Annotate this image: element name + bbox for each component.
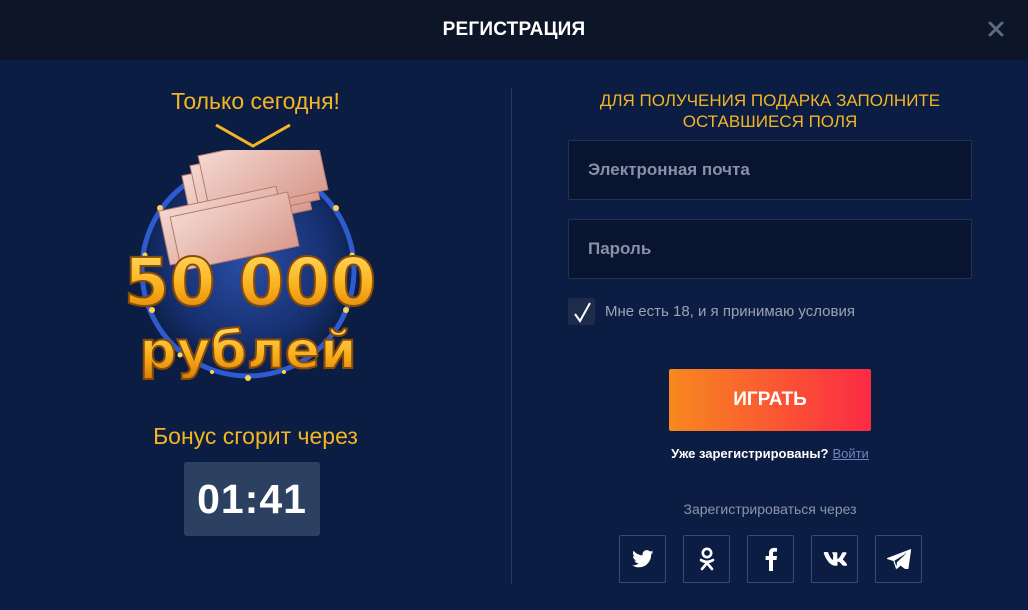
facebook-icon — [765, 547, 777, 571]
terms-label: Мне есть 18, и я принимаю условия — [605, 303, 855, 320]
prize-currency: рублей — [139, 321, 356, 381]
checkmark-icon — [573, 302, 591, 323]
social-buttons — [619, 535, 922, 583]
prize-amount: 50 000 — [124, 244, 377, 321]
telegram-icon — [886, 549, 911, 569]
twitter-button[interactable] — [619, 535, 666, 583]
form-heading-line1: ДЛЯ ПОЛУЧЕНИЯ ПОДАРКА ЗАПОЛНИТЕ — [599, 91, 941, 110]
column-divider — [511, 88, 512, 584]
already-registered-text: Уже зарегистрированы? — [671, 446, 829, 461]
modal-header: РЕГИСТРАЦИЯ — [0, 0, 1028, 60]
form-heading-line2: ОСТАВШИЕСЯ ПОЛЯ — [682, 112, 858, 131]
close-icon — [988, 21, 1004, 37]
registration-modal: РЕГИСТРАЦИЯ Только сегодня! 50 000 рубле… — [0, 0, 1028, 610]
login-prompt: Уже зарегистрированы? Войти — [570, 446, 970, 461]
vk-icon — [823, 552, 847, 566]
form-heading: ДЛЯ ПОЛУЧЕНИЯ ПОДАРКА ЗАПОЛНИТЕ ОСТАВШИЕ… — [570, 90, 970, 132]
countdown-timer: 01:41 — [184, 462, 320, 536]
vk-button[interactable] — [811, 535, 858, 583]
social-heading: Зарегистрироваться через — [683, 501, 857, 517]
chevron-down-icon — [215, 123, 291, 148]
login-link[interactable]: Войти — [832, 446, 868, 461]
bonus-countdown-label: Бонус сгорит через — [153, 423, 358, 449]
facebook-button[interactable] — [747, 535, 794, 583]
telegram-button[interactable] — [875, 535, 922, 583]
prize-graphic: 50 000 рублей — [123, 150, 377, 382]
password-input[interactable] — [569, 220, 971, 278]
modal-title: РЕГИСТРАЦИЯ — [442, 19, 586, 40]
password-field — [568, 219, 972, 279]
odnoklassniki-button[interactable] — [683, 535, 730, 583]
email-input[interactable] — [569, 141, 971, 199]
promo-headline: Только сегодня! — [171, 88, 340, 114]
email-field — [568, 140, 972, 200]
odnoklassniki-icon — [699, 547, 714, 571]
close-button[interactable] — [982, 15, 1010, 43]
play-button[interactable]: ИГРАТЬ — [669, 369, 871, 431]
terms-checkbox[interactable] — [568, 298, 595, 325]
twitter-icon — [631, 550, 653, 568]
